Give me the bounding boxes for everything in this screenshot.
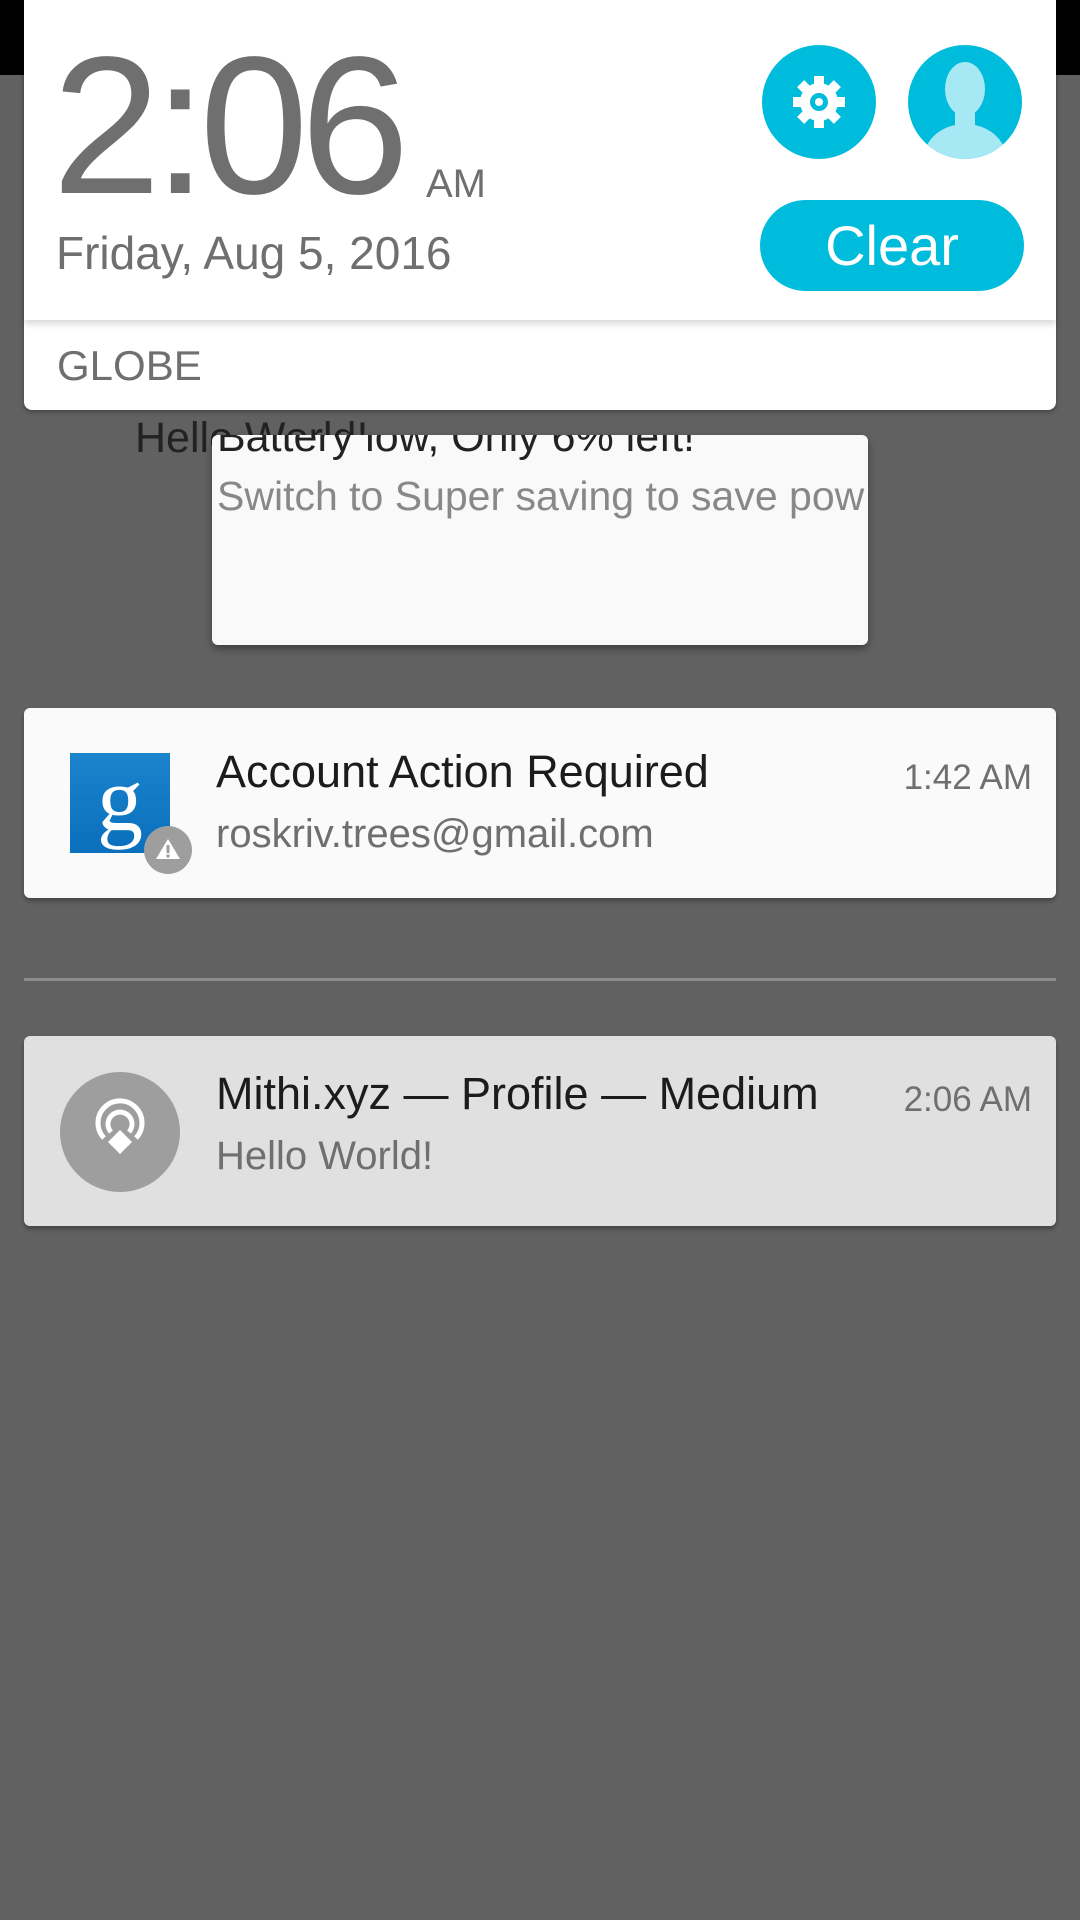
notification-account-action[interactable]: g Account Action Required roskriv.trees@… — [24, 708, 1056, 898]
battery-low-popup[interactable]: Battery low, Only 6% left! Switch to Sup… — [212, 435, 868, 645]
battery-popup-subtitle: Switch to Super saving to save pow — [217, 473, 865, 519]
notification-subtitle: Hello World! — [216, 1134, 434, 1178]
notification-title: Mithi.xyz — Profile — Medium — [216, 1068, 819, 1119]
divider — [24, 978, 1056, 981]
clock-date[interactable]: Friday, Aug 5, 2016 — [56, 226, 452, 280]
notification-title: Account Action Required — [216, 746, 709, 797]
clock-ampm: AM — [426, 162, 486, 206]
clear-button[interactable]: Clear — [760, 200, 1024, 291]
battery-popup-title: Battery low, Only 6% left! — [217, 435, 695, 461]
notification-subtitle: roskriv.trees@gmail.com — [216, 812, 654, 856]
gear-icon — [793, 76, 845, 128]
notification-time: 2:06 AM — [903, 1080, 1032, 1119]
settings-button[interactable] — [762, 45, 876, 159]
notification-mithi[interactable]: Mithi.xyz — Profile — Medium Hello World… — [24, 1036, 1056, 1226]
carrier-label: GLOBE — [57, 342, 202, 389]
cast-icon — [60, 1072, 180, 1192]
warning-badge-icon — [144, 826, 192, 874]
user-avatar-icon — [922, 62, 1008, 159]
quick-panel: 2:06 AM Friday, Aug 5, 2016 Clear GLOBE — [24, 0, 1056, 410]
notification-time: 1:42 AM — [903, 758, 1032, 797]
clock-time: 2:06 — [52, 16, 409, 235]
panel-header: 2:06 AM Friday, Aug 5, 2016 Clear — [24, 0, 1056, 320]
user-avatar-button[interactable] — [908, 45, 1022, 159]
